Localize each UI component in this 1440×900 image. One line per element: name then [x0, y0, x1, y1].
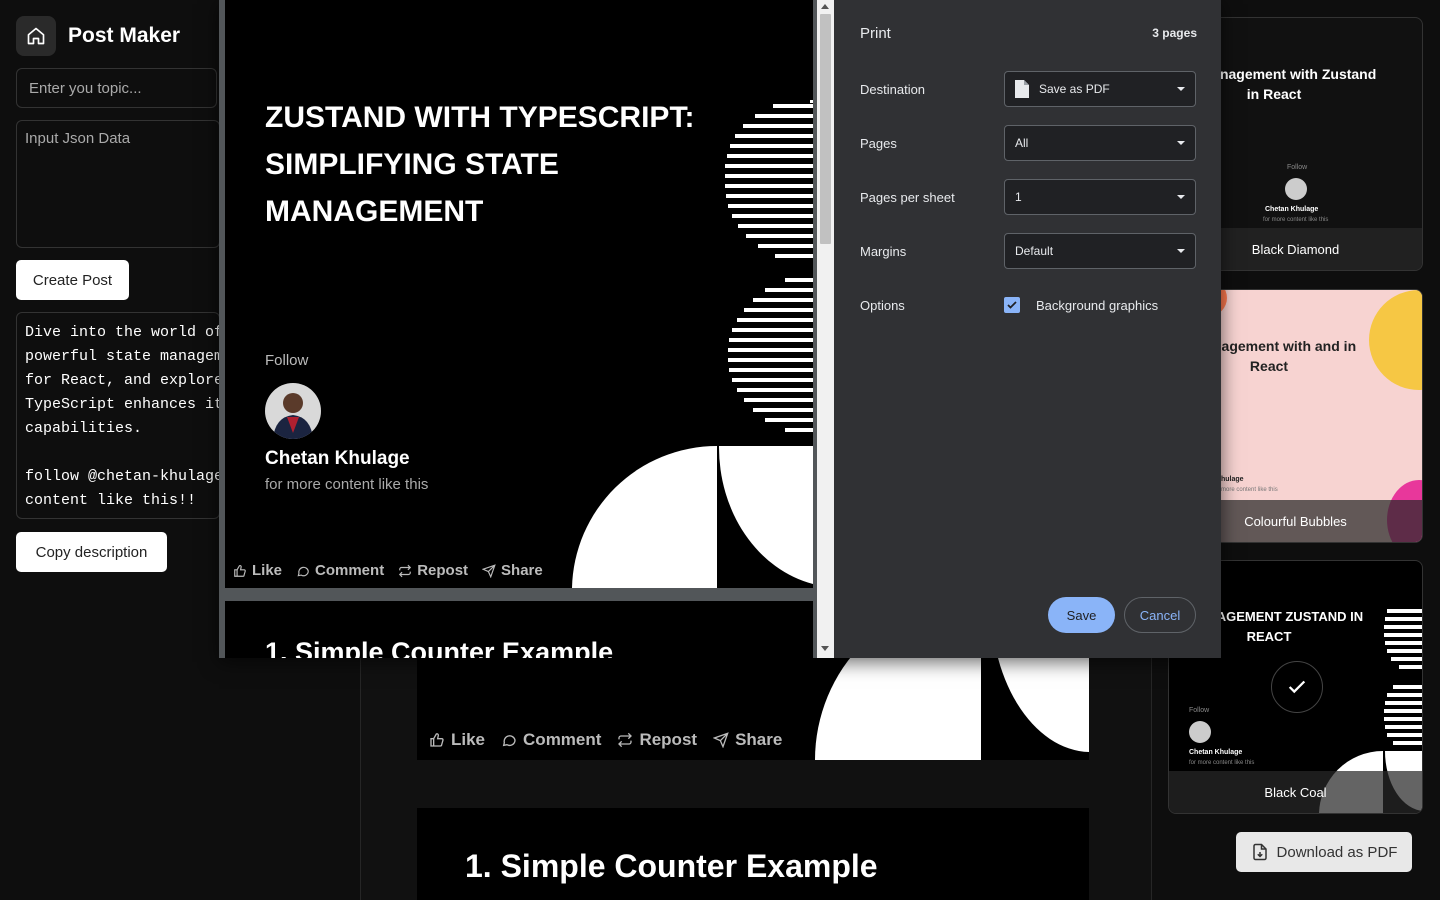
template-tagline: for more content like this	[1263, 217, 1329, 223]
repost-action[interactable]: Repost	[398, 562, 468, 579]
comment-action[interactable]: Comment	[501, 730, 601, 750]
margins-value: Default	[1015, 244, 1054, 258]
app-title: Post Maker	[68, 24, 181, 47]
pages-per-sheet-value: 1	[1015, 190, 1022, 204]
post-title: ZUSTAND WITH TYPESCRIPT: SIMPLIFYING STA…	[265, 101, 695, 228]
author-tagline: for more content like this	[265, 476, 429, 493]
home-button[interactable]	[16, 16, 56, 56]
comment-icon	[502, 735, 516, 747]
selected-indicator	[1271, 661, 1323, 713]
preview-page-1: ZUSTAND WITH TYPESCRIPT: SIMPLIFYING STA…	[225, 0, 813, 588]
author-avatar	[265, 383, 321, 439]
template-tagline: for more content like this	[1189, 760, 1255, 766]
download-label: Download as PDF	[1276, 843, 1398, 861]
slide-card-2: 1. Simple Counter Example	[417, 808, 1089, 900]
share-label: Share	[501, 562, 543, 579]
slide-title: 1. Simple Counter Example	[465, 848, 878, 884]
like-action[interactable]: Like	[233, 562, 282, 579]
pages-per-sheet-select[interactable]: 1	[1004, 179, 1196, 215]
like-action[interactable]: Like	[429, 730, 485, 750]
print-dialog: ZUSTAND WITH TYPESCRIPT: SIMPLIFYING STA…	[219, 0, 1221, 658]
slide-actions: Like Comment Repost Share	[429, 730, 782, 750]
json-data-input[interactable]	[16, 120, 220, 248]
template-avatar	[1189, 721, 1211, 743]
file-icon	[1015, 80, 1029, 98]
margins-label: Margins	[860, 244, 907, 259]
background-graphics-checkbox[interactable]	[1004, 297, 1020, 313]
template-author: hulage	[1221, 476, 1244, 483]
create-post-button[interactable]: Create Post	[16, 260, 129, 300]
comment-label: Comment	[315, 562, 385, 579]
template-author: Chetan Khulage	[1265, 206, 1319, 213]
comment-icon	[297, 566, 309, 576]
template-avatar	[1285, 178, 1307, 200]
send-icon	[482, 563, 496, 578]
options-label: Options	[860, 298, 905, 313]
chevron-down-icon	[1177, 141, 1185, 145]
template-tagline: more content like this	[1221, 487, 1278, 493]
copy-description-button[interactable]: Copy description	[16, 532, 167, 572]
pages-per-sheet-label: Pages per sheet	[860, 190, 955, 205]
scroll-thumb[interactable]	[820, 14, 831, 244]
comment-action[interactable]: Comment	[296, 562, 384, 579]
pages-value: All	[1015, 136, 1029, 150]
repost-icon	[399, 564, 412, 577]
like-label: Like	[252, 562, 283, 579]
comment-label: Comment	[523, 730, 602, 749]
post-actions: Like Comment Repost Share	[233, 562, 543, 579]
scroll-up-arrow[interactable]	[821, 4, 829, 9]
chevron-down-icon	[1177, 87, 1185, 91]
print-title: Print	[860, 25, 891, 42]
template-follow: Follow	[1287, 164, 1308, 171]
share-action[interactable]: Share	[713, 730, 782, 750]
pages-label: Pages	[860, 136, 897, 151]
like-label: Like	[451, 730, 486, 749]
print-preview: ZUSTAND WITH TYPESCRIPT: SIMPLIFYING STA…	[219, 0, 817, 658]
chevron-down-icon	[1177, 195, 1185, 199]
person-icon	[273, 393, 313, 439]
sidebar: Post Maker Create Post Dive into the wor…	[0, 0, 220, 900]
repost-label: Repost	[417, 562, 469, 579]
thumbs-up-icon	[430, 733, 444, 747]
brand: Post Maker	[16, 16, 180, 56]
scroll-down-arrow[interactable]	[821, 646, 829, 651]
download-pdf-button[interactable]: Download as PDF	[1236, 832, 1412, 872]
app-root: Post Maker Create Post Dive into the wor…	[0, 0, 1440, 900]
author-name: Chetan Khulage	[265, 448, 410, 469]
template-author: Chetan Khulage	[1189, 749, 1243, 756]
home-icon	[27, 27, 45, 45]
background-graphics-label: Background graphics	[1036, 298, 1159, 313]
destination-value: Save as PDF	[1039, 82, 1110, 96]
slide-title: 1. Simple Counter Example	[265, 637, 614, 658]
file-download-icon	[1252, 843, 1267, 861]
template-follow: Follow	[1189, 707, 1210, 714]
chevron-down-icon	[1177, 249, 1185, 253]
page-decoration	[572, 100, 813, 588]
page-count: 3 pages	[1152, 26, 1197, 40]
print-settings: Print 3 pages Destination Save as PDF Pa…	[834, 0, 1221, 658]
save-button[interactable]: Save	[1048, 597, 1115, 633]
checkmark-icon	[1288, 680, 1306, 694]
share-label: Share	[735, 730, 783, 749]
post-description[interactable]: Dive into the world of powerful state ma…	[16, 312, 220, 519]
repost-label: Repost	[639, 730, 698, 749]
preview-page-2: 1. Simple Counter Example	[225, 601, 813, 658]
destination-label: Destination	[860, 82, 926, 97]
margins-select[interactable]: Default	[1004, 233, 1196, 269]
checkmark-icon	[1007, 301, 1017, 309]
preview-scrollbar[interactable]	[817, 0, 834, 658]
follow-label: Follow	[265, 352, 309, 369]
cancel-button[interactable]: Cancel	[1124, 597, 1196, 633]
share-action[interactable]: Share	[482, 562, 543, 579]
repost-icon	[618, 732, 633, 748]
thumbs-up-icon	[234, 564, 246, 577]
topic-input[interactable]	[16, 68, 217, 108]
pages-select[interactable]: All	[1004, 125, 1196, 161]
repost-action[interactable]: Repost	[617, 730, 697, 750]
destination-select[interactable]: Save as PDF	[1004, 71, 1196, 107]
send-icon	[713, 732, 729, 748]
template-name: Black Coal	[1169, 771, 1422, 813]
